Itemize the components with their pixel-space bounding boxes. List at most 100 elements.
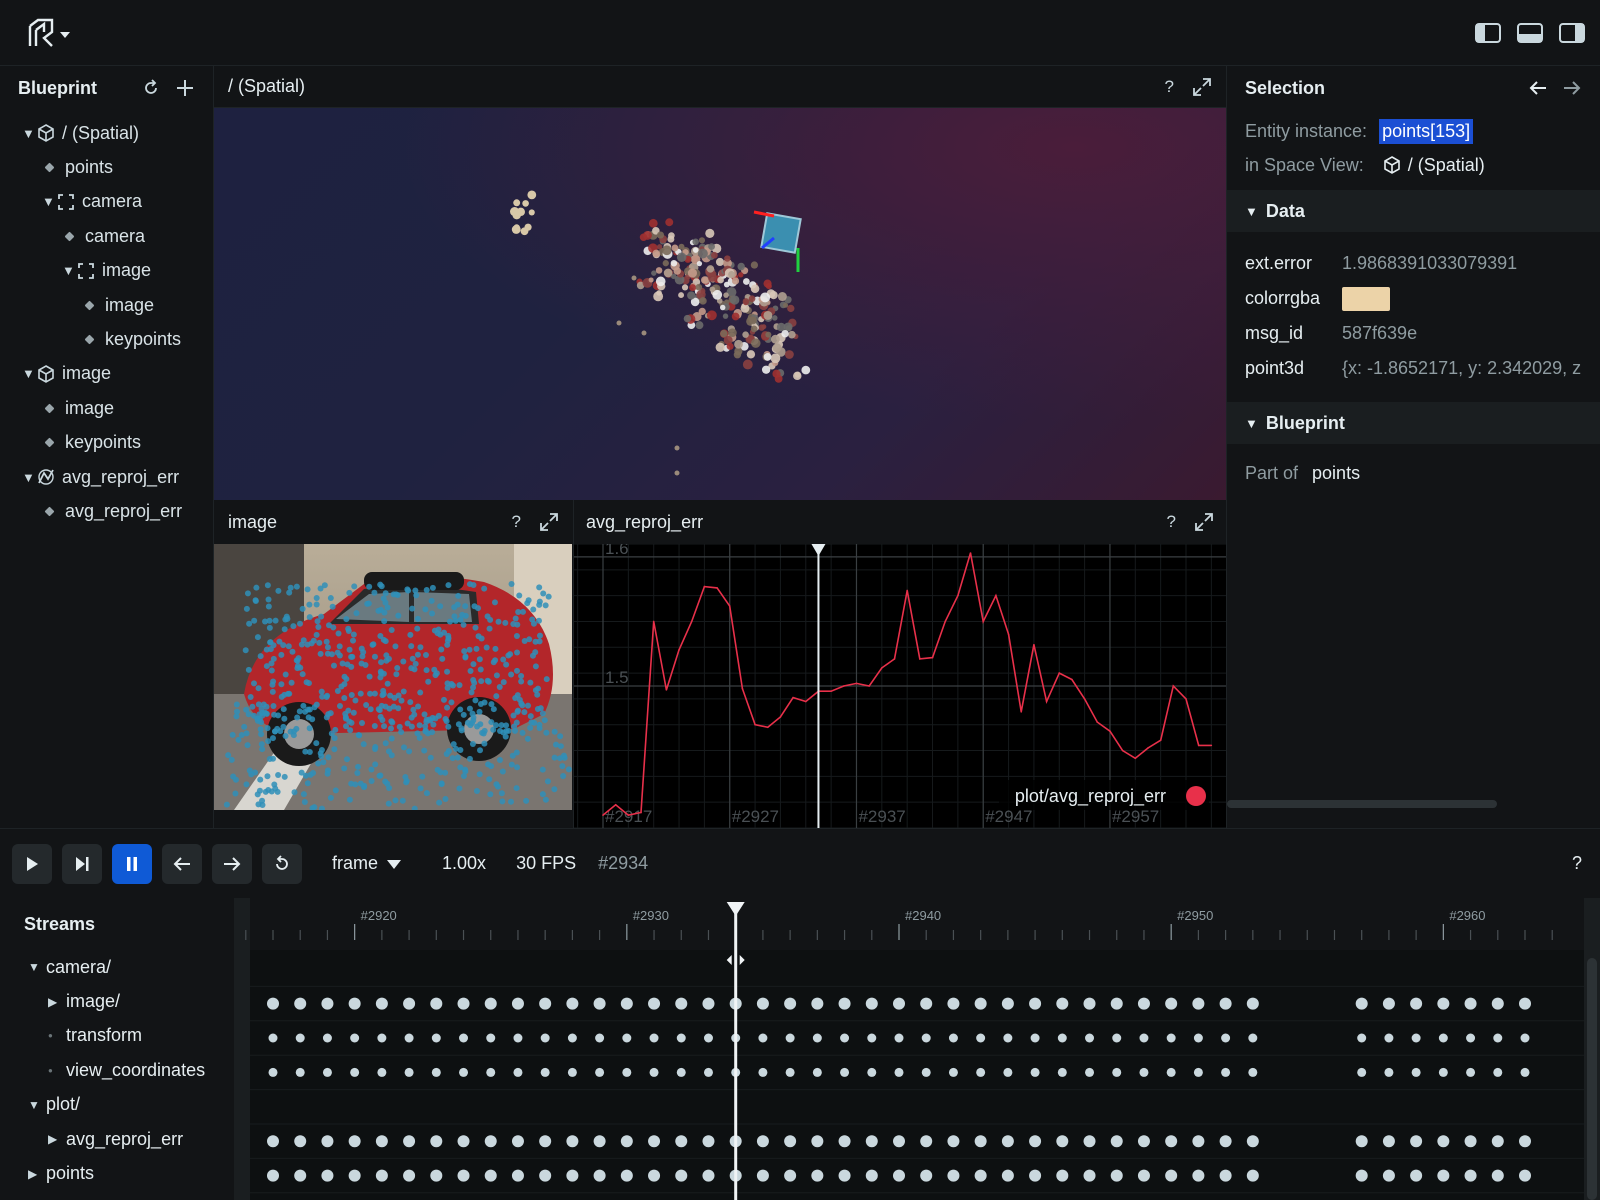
- blueprint-tree-item[interactable]: avg_reproj_err: [0, 494, 213, 528]
- time-series-plot[interactable]: #2917 #2927 #2937 #2947 #2957 1.6 1.5 plot/avg_…: [574, 544, 1226, 828]
- spatial-3d-viewport[interactable]: [214, 108, 1226, 500]
- keypoint: [524, 702, 531, 709]
- playback-speed[interactable]: 1.00x: [442, 853, 486, 874]
- maximize-icon[interactable]: [1194, 512, 1214, 532]
- keypoint: [475, 633, 482, 640]
- keypoint: [438, 646, 445, 653]
- back-arrow-icon[interactable]: [1528, 78, 1548, 98]
- expand-toggle-icon[interactable]: ▼: [28, 960, 46, 974]
- reset-icon[interactable]: [141, 78, 161, 98]
- collapse-toggle-icon[interactable]: ▶: [48, 995, 66, 1009]
- blueprint-tree-item[interactable]: camera: [0, 219, 213, 253]
- blueprint-tree-item[interactable]: ▼ / (Spatial): [0, 116, 213, 150]
- help-icon[interactable]: ?: [1165, 77, 1174, 97]
- step-back-button[interactable]: [162, 843, 202, 884]
- add-icon[interactable]: [175, 78, 195, 98]
- point-cloud-point: [770, 334, 780, 344]
- blueprint-tree-item[interactable]: keypoints: [0, 426, 213, 460]
- stream-row[interactable]: ▶ points: [0, 1156, 234, 1190]
- blueprint-tree-item[interactable]: ▼ camera: [0, 185, 213, 219]
- blueprint-tree-item[interactable]: image: [0, 288, 213, 322]
- image-viewport[interactable]: [214, 544, 574, 828]
- stream-row[interactable]: ▼ plot/: [0, 1088, 234, 1122]
- toggle-right-panel-icon[interactable]: [1558, 22, 1586, 44]
- expand-toggle-icon[interactable]: ▼: [22, 126, 36, 141]
- keypoint: [473, 645, 480, 652]
- keypoint: [334, 649, 341, 656]
- part-of-value[interactable]: points: [1312, 463, 1360, 484]
- stream-row[interactable]: ● view_coordinates: [0, 1053, 234, 1087]
- event-marker: [1139, 1033, 1149, 1043]
- keypoint: [369, 641, 376, 648]
- event-marker: [974, 1169, 987, 1182]
- timeline-area[interactable]: #2920 #2930 #2940 #2950 #2960: [234, 898, 1600, 1200]
- help-icon[interactable]: ?: [512, 512, 521, 532]
- space-view-value[interactable]: / (Spatial): [1408, 155, 1485, 176]
- keypoint: [528, 719, 535, 726]
- keypoint: [495, 618, 502, 625]
- help-icon[interactable]: ?: [1572, 853, 1582, 874]
- ruler-label: #2950: [1177, 908, 1213, 923]
- expand-toggle-icon[interactable]: ▼: [28, 1098, 46, 1112]
- expand-toggle-icon[interactable]: ▼: [62, 263, 76, 278]
- maximize-icon[interactable]: [539, 512, 559, 532]
- point-cloud-point: [698, 237, 706, 244]
- blueprint-tree-item[interactable]: keypoints: [0, 322, 213, 356]
- event-marker: [511, 997, 524, 1010]
- blueprint-tree-item[interactable]: ▼ image: [0, 357, 213, 391]
- expand-toggle-icon[interactable]: ▼: [22, 366, 36, 381]
- keypoint: [447, 618, 454, 625]
- x-tick-label: #2937: [858, 807, 905, 826]
- x-tick-label: #2927: [732, 807, 779, 826]
- loop-button[interactable]: [262, 843, 302, 884]
- event-marker: [867, 1033, 877, 1043]
- timeline-selector[interactable]: frame: [332, 853, 402, 874]
- collapse-toggle-icon[interactable]: ▶: [48, 1132, 66, 1146]
- keypoint: [491, 599, 498, 606]
- toggle-left-panel-icon[interactable]: [1474, 22, 1502, 44]
- data-section-header[interactable]: ▼ Data: [1227, 190, 1600, 232]
- toggle-bottom-panel-icon[interactable]: [1516, 22, 1544, 44]
- blueprint-tree-item[interactable]: ▼ avg_reproj_err: [0, 460, 213, 494]
- keypoint: [395, 705, 402, 712]
- maximize-icon[interactable]: [1192, 77, 1212, 97]
- help-icon[interactable]: ?: [1167, 512, 1176, 532]
- data-point: [1083, 698, 1086, 700]
- blueprint-tree-item[interactable]: points: [0, 150, 213, 184]
- stream-row[interactable]: ▶ avg_reproj_err: [0, 1122, 234, 1156]
- spatial-view-title[interactable]: / (Spatial): [228, 76, 1147, 97]
- image-view-title[interactable]: image: [228, 512, 494, 533]
- event-marker: [486, 1033, 496, 1043]
- keypoint: [529, 616, 536, 623]
- step-next-button[interactable]: [212, 843, 252, 884]
- horizontal-scrollbar[interactable]: [1227, 800, 1497, 808]
- play-button[interactable]: [12, 843, 52, 884]
- keypoint: [444, 704, 451, 711]
- forward-arrow-icon[interactable]: [1562, 78, 1582, 98]
- event-marker: [1001, 1169, 1014, 1182]
- entity-dot-icon: [44, 403, 55, 414]
- rerun-logo-menu[interactable]: [26, 18, 74, 50]
- event-marker: [267, 997, 279, 1010]
- plot-view-title[interactable]: avg_reproj_err: [586, 512, 1149, 533]
- event-marker: [812, 1067, 822, 1077]
- expand-toggle-icon[interactable]: ▼: [22, 470, 36, 485]
- blueprint-tree-item[interactable]: image: [0, 391, 213, 425]
- point-cloud-point: [662, 260, 669, 267]
- event-marker: [430, 997, 443, 1010]
- blueprint-section-header[interactable]: ▼ Blueprint: [1227, 402, 1600, 444]
- expand-toggle-icon[interactable]: ▼: [42, 194, 56, 209]
- fps-value[interactable]: 30 FPS: [516, 853, 576, 874]
- pause-button[interactable]: [112, 843, 152, 884]
- data-point: [602, 814, 604, 816]
- collapse-toggle-icon[interactable]: ▶: [28, 1167, 46, 1181]
- step-forward-button[interactable]: [62, 843, 102, 884]
- stream-row[interactable]: ▶ image/: [0, 984, 234, 1018]
- blueprint-tree-item[interactable]: ▼ image: [0, 254, 213, 288]
- current-frame[interactable]: #2934: [598, 853, 648, 874]
- stream-row[interactable]: ● transform: [0, 1019, 234, 1053]
- cube-icon: [36, 364, 56, 384]
- entity-instance-value[interactable]: points[153]: [1379, 118, 1474, 144]
- stream-row[interactable]: ▼ camera/: [0, 950, 234, 984]
- event-marker: [1410, 1169, 1423, 1182]
